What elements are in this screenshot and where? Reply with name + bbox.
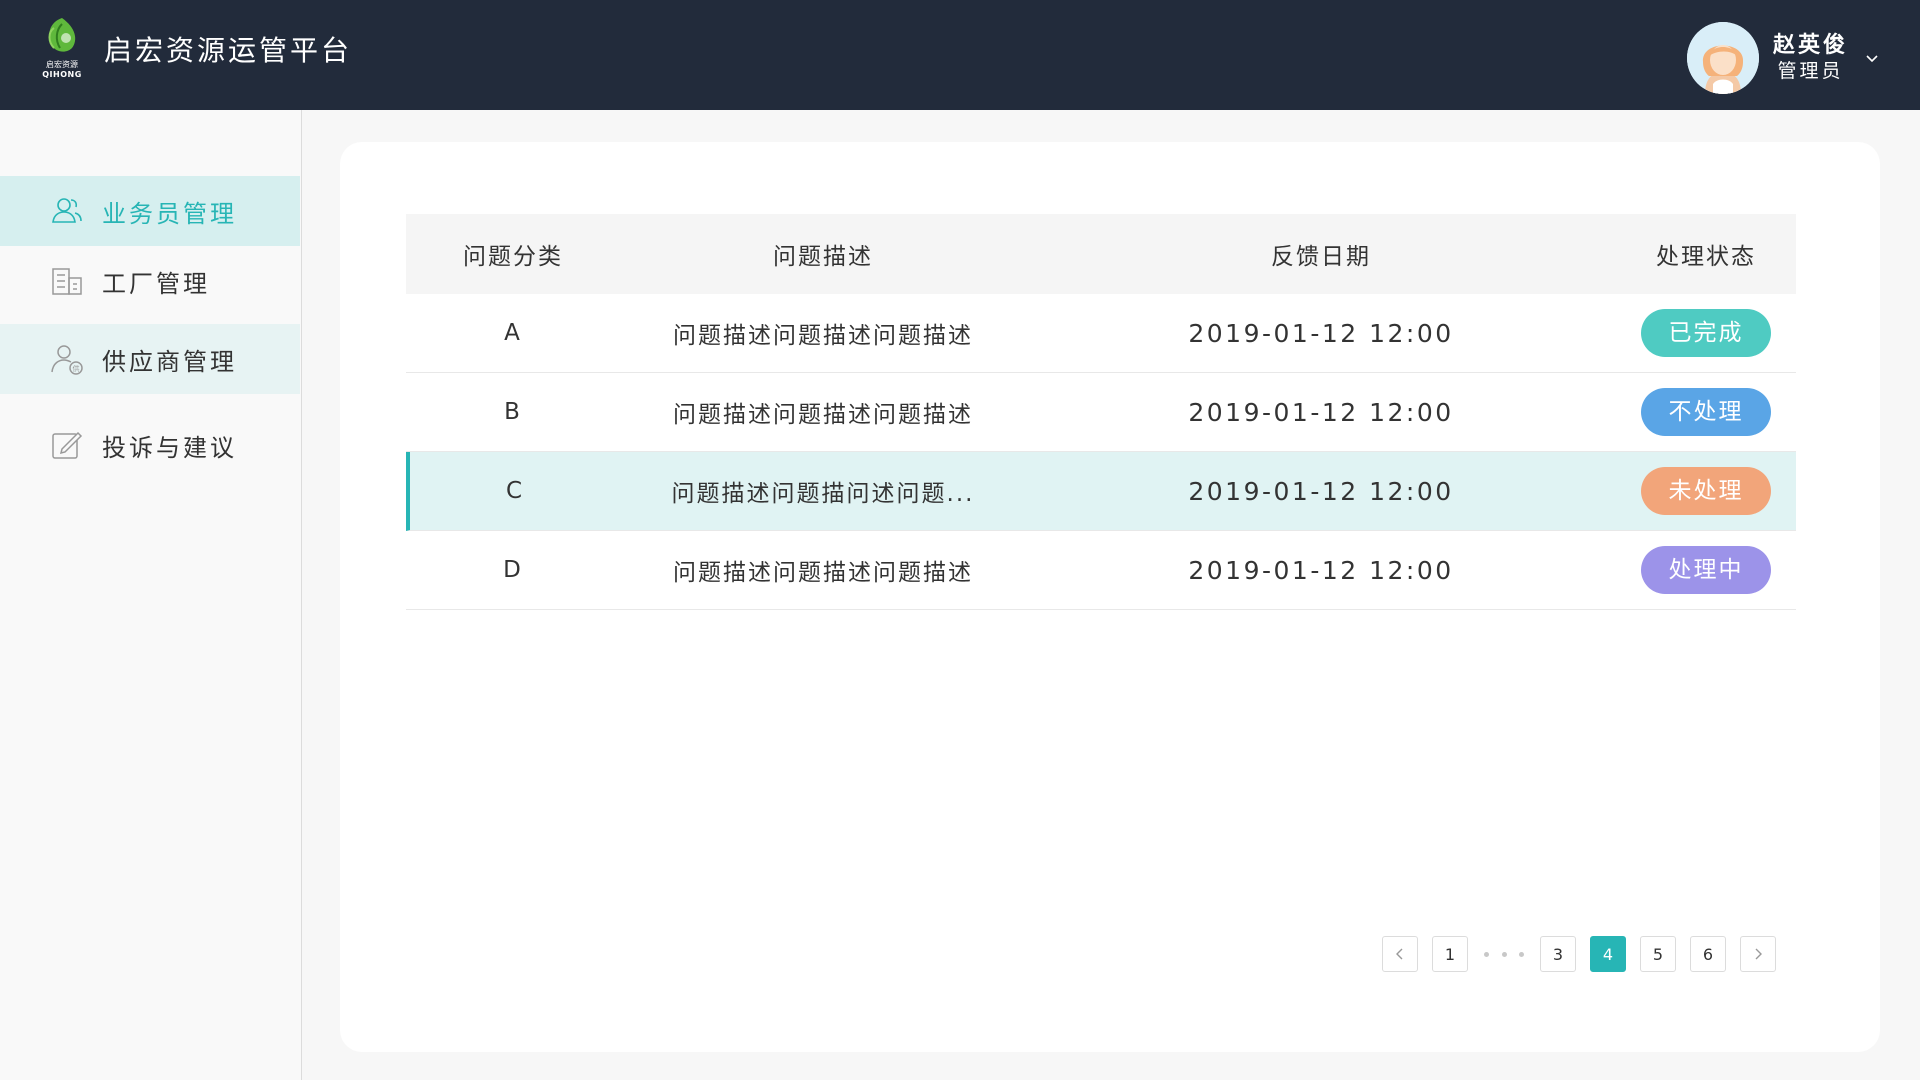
cell-date: 2019-01-12 12:00 — [1188, 318, 1454, 348]
leaf-logo-icon — [48, 18, 76, 52]
page-button[interactable]: 6 — [1690, 936, 1726, 972]
cell-date: 2019-01-12 12:00 — [1188, 397, 1454, 427]
cell-status: 已完成 — [1616, 309, 1796, 357]
logo-en-text: QIHONG — [42, 70, 82, 79]
status-badge[interactable]: 不处理 — [1641, 388, 1771, 436]
cell-category: D — [503, 557, 523, 583]
chevron-right-icon — [1755, 948, 1762, 960]
logo-cn-text: 启宏资源 — [46, 60, 78, 69]
cell-description: 问题描述问题描述问题描述 — [673, 323, 973, 349]
cell-category: B — [504, 399, 522, 425]
sidebar: 业务员管理 工厂管理 供 供应商管理 投诉与建议 — [0, 110, 302, 1080]
cell-category: A — [504, 320, 522, 346]
edit-icon — [52, 431, 83, 459]
sidebar-item-label: 投诉与建议 — [102, 433, 237, 462]
column-header: 处理状态 — [1656, 244, 1756, 270]
user-menu[interactable]: 赵英俊 管理员 — [1686, 22, 1880, 94]
sidebar-item-factory[interactable]: 工厂管理 — [0, 246, 300, 316]
logo: 启宏资源 QIHONG — [38, 14, 86, 86]
content-card: 问题分类 问题描述 反馈日期 处理状态 A 问题描述问题描述问题描述 2019-… — [340, 142, 1880, 1052]
column-header: 问题描述 — [773, 244, 873, 270]
cell-date: 2019-01-12 12:00 — [1188, 476, 1454, 506]
table-row[interactable]: D 问题描述问题描述问题描述 2019-01-12 12:00 处理中 — [406, 531, 1796, 610]
sidebar-item-label: 供应商管理 — [102, 347, 237, 376]
next-page-button[interactable] — [1740, 936, 1776, 972]
pagination: 1 3 4 5 6 — [1382, 936, 1790, 972]
app-title: 启宏资源运管平台 — [104, 34, 353, 67]
user-role: 管理员 — [1777, 60, 1844, 82]
cell-date: 2019-01-12 12:00 — [1188, 555, 1454, 585]
cell-description: 问题描述问题描述问题描述 — [673, 402, 973, 428]
svg-text:供: 供 — [73, 364, 80, 373]
sidebar-item-salesman[interactable]: 业务员管理 — [0, 176, 300, 246]
cell-status: 未处理 — [1616, 467, 1796, 515]
supplier-icon: 供 — [51, 345, 83, 375]
status-badge[interactable]: 已完成 — [1641, 309, 1771, 357]
page-button[interactable]: 5 — [1640, 936, 1676, 972]
chevron-down-icon[interactable] — [1864, 50, 1880, 66]
sidebar-item-label: 业务员管理 — [102, 199, 237, 228]
feedback-table: 问题分类 问题描述 反馈日期 处理状态 A 问题描述问题描述问题描述 2019-… — [406, 214, 1796, 610]
table-row[interactable]: A 问题描述问题描述问题描述 2019-01-12 12:00 已完成 — [406, 294, 1796, 373]
cell-description: 问题描述问题描述问题描述 — [673, 560, 973, 586]
sidebar-item-supplier[interactable]: 供 供应商管理 — [0, 324, 300, 394]
chevron-left-icon — [1396, 948, 1403, 960]
user-name: 赵英俊 — [1772, 33, 1848, 58]
page-button[interactable]: 3 — [1540, 936, 1576, 972]
users-icon — [52, 198, 82, 223]
top-bar: 启宏资源 QIHONG 启宏资源运管平台 赵英俊 管理员 — [0, 0, 1920, 110]
prev-page-button[interactable] — [1382, 936, 1418, 972]
avatar[interactable] — [1686, 22, 1759, 94]
cell-description: 问题描述问题描问述问题... — [671, 481, 975, 507]
page-button-current[interactable]: 4 — [1590, 936, 1626, 972]
cell-status: 处理中 — [1616, 546, 1796, 594]
status-badge[interactable]: 处理中 — [1641, 546, 1771, 594]
cell-status: 不处理 — [1616, 388, 1796, 436]
status-badge[interactable]: 未处理 — [1641, 467, 1771, 515]
user-info: 赵英俊 管理员 — [1773, 33, 1848, 83]
sidebar-item-complaints[interactable]: 投诉与建议 — [0, 410, 300, 480]
sidebar-item-label: 工厂管理 — [102, 269, 210, 298]
cell-category: C — [505, 478, 525, 504]
page-button[interactable]: 1 — [1432, 936, 1468, 972]
table-row[interactable]: C 问题描述问题描问述问题... 2019-01-12 12:00 未处理 — [406, 452, 1796, 531]
table-row[interactable]: B 问题描述问题描述问题描述 2019-01-12 12:00 不处理 — [406, 373, 1796, 452]
table-header: 问题分类 问题描述 反馈日期 处理状态 — [406, 214, 1796, 294]
avatar-icon — [1686, 22, 1759, 94]
ellipsis[interactable] — [1482, 951, 1526, 957]
factory-icon — [52, 268, 82, 295]
column-header: 反馈日期 — [1271, 244, 1371, 270]
column-header: 问题分类 — [463, 244, 563, 270]
